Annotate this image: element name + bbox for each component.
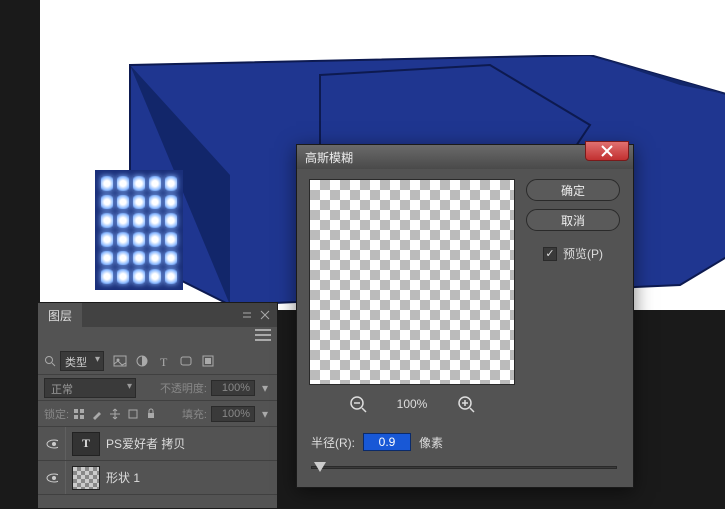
layers-filter-row: 类型 T [38, 347, 277, 375]
chevron-down-icon[interactable]: ▾ [259, 408, 271, 420]
preview-box[interactable] [309, 179, 515, 385]
smart-filter-icon[interactable] [200, 353, 216, 369]
artwork-led-panel [95, 170, 183, 290]
radius-unit: 像素 [419, 434, 443, 451]
opacity-label: 不透明度: [160, 380, 207, 396]
zoom-in-icon[interactable] [457, 395, 475, 413]
fill-label: 填充: [182, 406, 207, 422]
zoom-out-icon[interactable] [349, 395, 367, 413]
layers-menu-row [38, 327, 277, 347]
eye-icon [46, 438, 58, 450]
filter-type-select[interactable]: 类型 [60, 351, 104, 371]
lock-artboard-icon[interactable] [127, 408, 139, 420]
preview-checkbox[interactable]: ✓ 预览(P) [543, 245, 603, 262]
close-button[interactable] [585, 141, 629, 161]
cancel-button[interactable]: 取消 [526, 209, 620, 231]
layer-row[interactable]: 形状 1 [38, 461, 277, 495]
ok-button[interactable]: 确定 [526, 179, 620, 201]
adjust-filter-icon[interactable] [134, 353, 150, 369]
preview-label: 预览(P) [563, 245, 603, 262]
chevron-down-icon[interactable]: ▾ [259, 382, 271, 394]
tab-layers[interactable]: 图层 [38, 303, 82, 327]
menu-icon[interactable] [255, 329, 271, 341]
radius-slider[interactable] [311, 466, 617, 469]
radius-label: 半径(R): [311, 434, 355, 451]
layer-row[interactable]: T PS爱好者 拷贝 [38, 427, 277, 461]
radius-input[interactable] [363, 433, 411, 451]
layers-tabbar: 图层 [38, 303, 277, 327]
blend-row: 正常 不透明度: 100% ▾ [38, 375, 277, 401]
text-filter-icon[interactable]: T [156, 353, 172, 369]
visibility-toggle[interactable] [38, 461, 66, 494]
layer-thumb-text[interactable]: T [72, 432, 100, 456]
lock-row: 锁定: 填充: 100% ▾ [38, 401, 277, 427]
close-icon[interactable] [259, 309, 271, 321]
slider-thumb[interactable] [314, 462, 326, 472]
zoom-percent: 100% [397, 397, 428, 411]
fill-value[interactable]: 100% [211, 406, 255, 422]
layers-list: T PS爱好者 拷贝 形状 1 [38, 427, 277, 495]
layers-panel: 图层 类型 T 正常 不透明度: 100% ▾ [37, 302, 278, 509]
gaussian-blur-dialog: 高斯模糊 100% 确定 取消 ✓ 预览(P) [296, 144, 634, 488]
lock-label: 锁定: [44, 406, 69, 422]
collapse-icon[interactable] [241, 309, 253, 321]
lock-pixels-icon[interactable] [73, 408, 85, 420]
image-filter-icon[interactable] [112, 353, 128, 369]
svg-text:T: T [160, 355, 168, 368]
dialog-title: 高斯模糊 [305, 149, 353, 166]
opacity-value[interactable]: 100% [211, 380, 255, 396]
lock-all-icon[interactable] [145, 408, 157, 420]
eye-icon [46, 472, 58, 484]
lock-position-icon[interactable] [109, 408, 121, 420]
search-icon [44, 355, 56, 367]
layer-name[interactable]: PS爱好者 拷贝 [106, 435, 185, 452]
layer-name[interactable]: 形状 1 [106, 469, 140, 486]
blend-mode-select[interactable]: 正常 [44, 378, 136, 398]
visibility-toggle[interactable] [38, 427, 66, 460]
shape-filter-icon[interactable] [178, 353, 194, 369]
lock-paint-icon[interactable] [91, 408, 103, 420]
checkbox-icon: ✓ [543, 247, 557, 261]
dialog-titlebar[interactable]: 高斯模糊 [297, 145, 633, 169]
layer-thumb-shape[interactable] [72, 466, 100, 490]
